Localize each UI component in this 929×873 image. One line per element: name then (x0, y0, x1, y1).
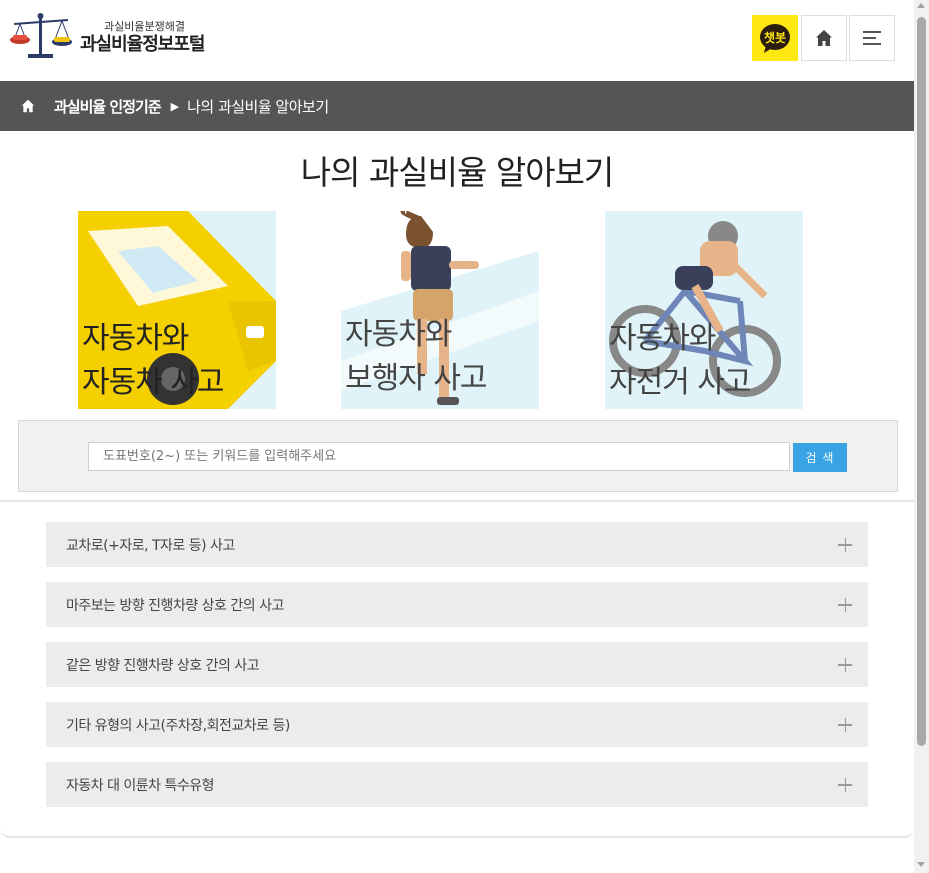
card-label-pedestrian: 자동차와 보행자 사고 (345, 317, 488, 396)
scrollbar-thumb[interactable] (917, 17, 926, 746)
search-input[interactable] (88, 442, 790, 471)
category-car-vs-pedestrian[interactable]: 자동차와 보행자 사고 (341, 211, 539, 409)
category-car-vs-car[interactable]: 자동차와 자동차 사고 (78, 211, 276, 409)
home-button[interactable] (801, 15, 847, 61)
plus-icon[interactable] (838, 594, 852, 612)
accordion-item-two-wheeler[interactable]: 자동차 대 이륜차 특수유형 (46, 762, 868, 807)
site-header: 과실비율분쟁해결 과실비율정보포털 챗봇 (0, 0, 914, 81)
vertical-scrollbar[interactable] (914, 0, 929, 873)
plus-icon[interactable] (838, 774, 852, 792)
plus-icon[interactable] (838, 714, 852, 732)
accordion-label: 같은 방향 진행차량 상호 간의 사고 (66, 657, 260, 674)
breadcrumb-arrow-icon: ▶ (170, 99, 180, 113)
breadcrumb: 과실비율 인정기준 ▶ 나의 과실비율 알아보기 (0, 81, 914, 131)
home-icon (816, 30, 832, 46)
card-label-car: 자동차와 자동차 사고 (82, 321, 225, 400)
hamburger-menu-icon (863, 31, 881, 45)
search-panel: 검 색 (18, 420, 898, 492)
chatbot-bubble-icon: 챗봇 (760, 24, 790, 53)
site-logo[interactable]: 과실비율분쟁해결 과실비율정보포털 (8, 8, 208, 68)
logo-subtitle: 과실비율분쟁해결 (104, 20, 185, 34)
chatbot-button[interactable]: 챗봇 (752, 15, 798, 61)
breadcrumb-home-icon[interactable] (20, 98, 36, 114)
page-title: 나의 과실비율 알아보기 (300, 153, 615, 192)
chatbot-label: 챗봇 (764, 30, 786, 45)
plus-icon[interactable] (838, 654, 852, 672)
accordion-label: 교차로(+자로, T자로 등) 사고 (66, 537, 235, 554)
scale-logo-icon (10, 13, 72, 58)
section-divider (0, 500, 914, 502)
search-button[interactable]: 검 색 (793, 443, 847, 472)
accordion-label: 기타 유형의 사고(주차장,회전교차로 등) (66, 717, 290, 734)
scroll-up-arrow-icon[interactable] (917, 3, 925, 8)
card-label-bicycle: 자동차와 자전거 사고 (609, 321, 752, 400)
content-bottom-border (0, 826, 914, 838)
accordion-label: 자동차 대 이륜차 특수유형 (66, 777, 215, 794)
accordion-item-same-direction[interactable]: 같은 방향 진행차량 상호 간의 사고 (46, 642, 868, 687)
category-car-vs-bicycle[interactable]: 자동차와 자전거 사고 (605, 211, 803, 409)
logo-title: 과실비율정보포털 (80, 34, 205, 56)
accordion-item-intersection[interactable]: 교차로(+자로, T자로 등) 사고 (46, 522, 868, 567)
accordion-label: 마주보는 방향 진행차량 상호 간의 사고 (66, 597, 284, 614)
menu-button[interactable] (849, 15, 895, 61)
breadcrumb-item-criteria[interactable]: 과실비율 인정기준 (54, 96, 162, 117)
scroll-down-arrow-icon[interactable] (917, 862, 925, 867)
accordion-item-other-types[interactable]: 기타 유형의 사고(주차장,회전교차로 등) (46, 702, 868, 747)
accordion-item-opposite-direction[interactable]: 마주보는 방향 진행차량 상호 간의 사고 (46, 582, 868, 627)
plus-icon[interactable] (838, 534, 852, 552)
breadcrumb-item-current[interactable]: 나의 과실비율 알아보기 (187, 96, 329, 117)
